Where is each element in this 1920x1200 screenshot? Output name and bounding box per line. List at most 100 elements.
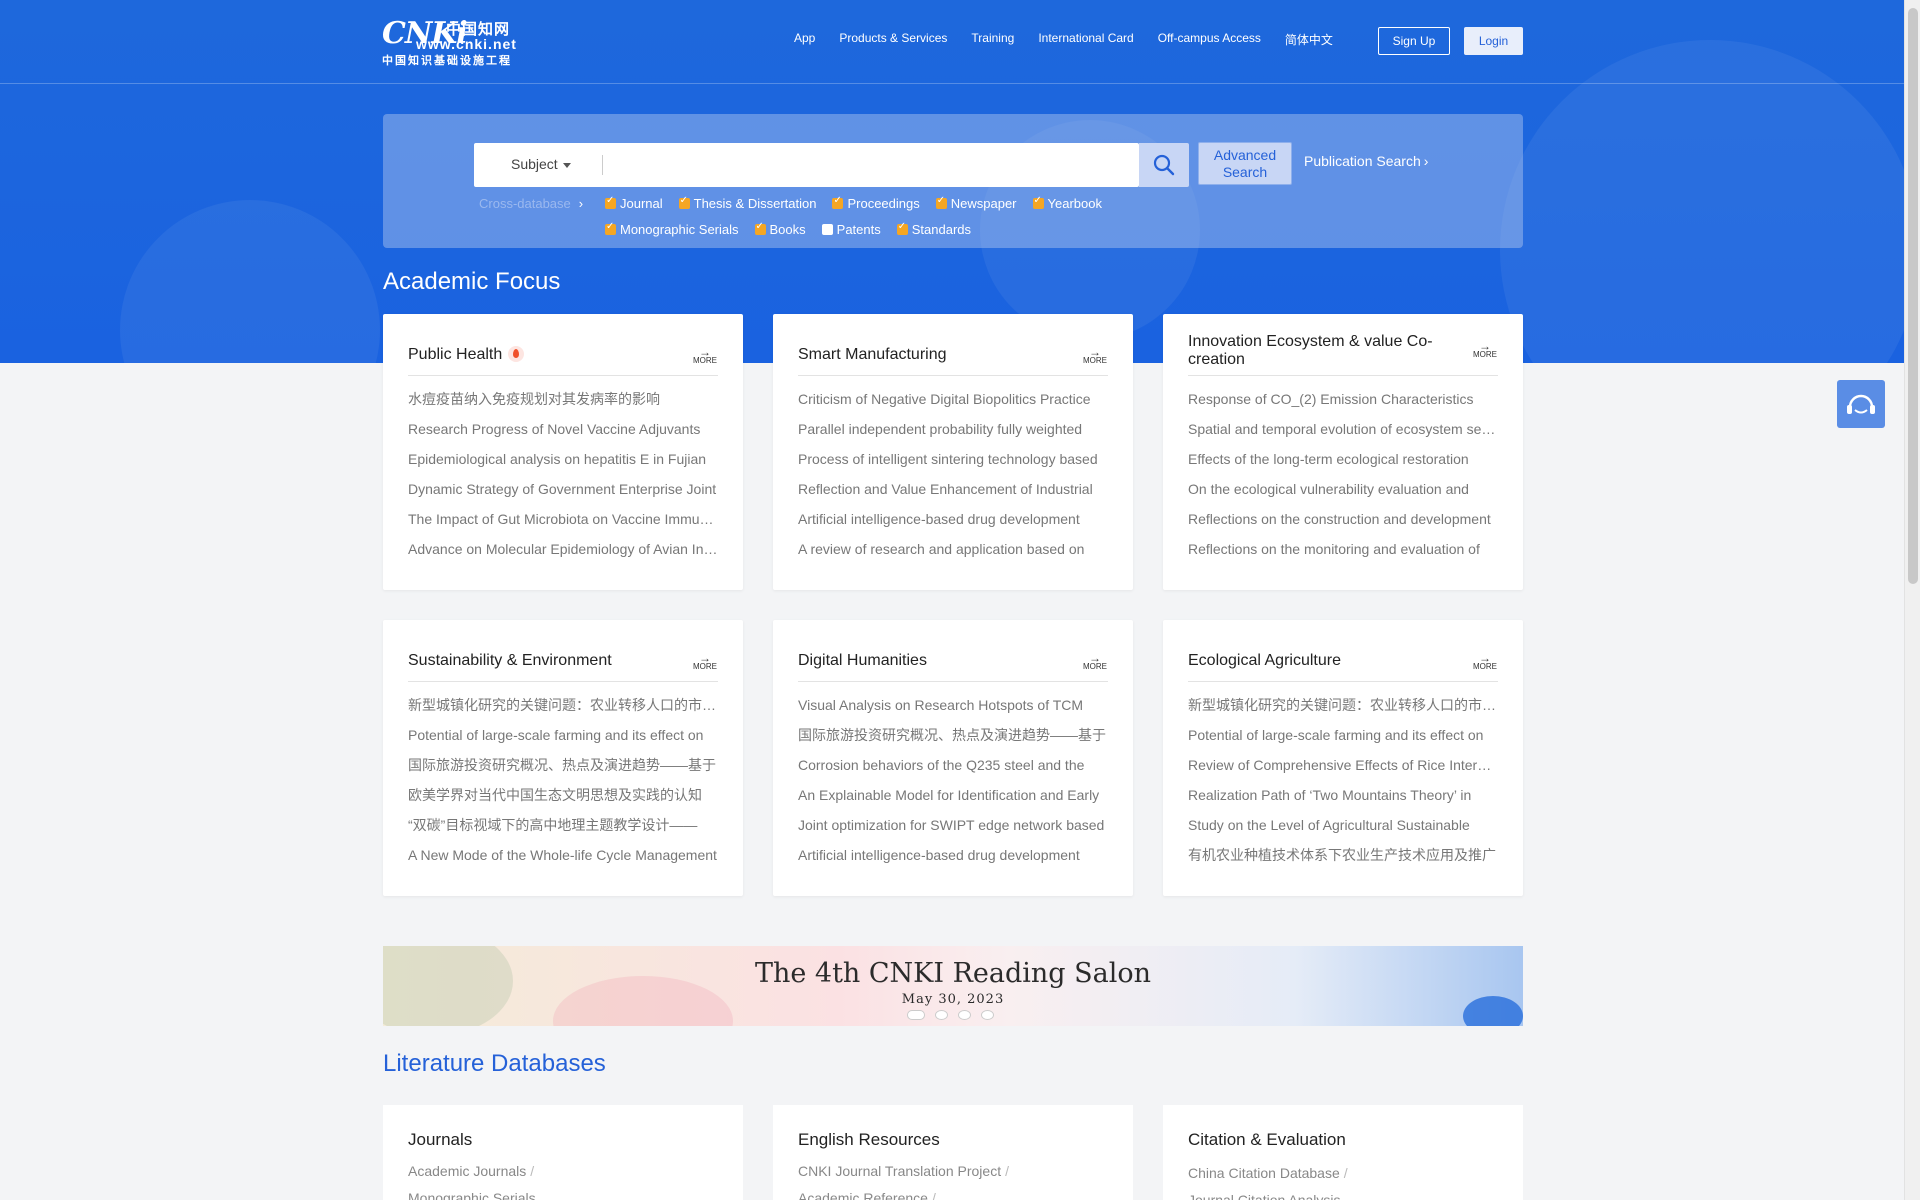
database-link-text: Academic Journals [408,1163,527,1179]
sign-up-button[interactable]: Sign Up [1378,27,1450,55]
article-link[interactable]: Advance on Molecular Epidemiology of Avi… [408,534,718,564]
article-link[interactable]: Spatial and temporal evolution of ecosys… [1188,414,1498,444]
article-link[interactable]: Joint optimization for SWIPT edge networ… [798,810,1108,840]
database-link[interactable]: CNKI Journal Translation Project / [798,1163,1009,1179]
article-link[interactable]: Potential of large-scale farming and its… [408,720,718,750]
article-link[interactable]: 国际旅游投资研究概况、热点及演进趋势——基于 [408,750,718,780]
filter-standards[interactable]: Standards [896,221,971,237]
checkbox-icon[interactable] [605,221,616,235]
article-link[interactable]: 新型城镇化研究的关键问题：农业转移人口的市民化 [1188,690,1498,720]
database-link[interactable]: Journal Citation Analysis [1188,1192,1341,1200]
article-link[interactable]: Dynamic Strategy of Government Enterpris… [408,474,718,504]
article-link[interactable]: Artificial intelligence-based drug devel… [798,840,1108,870]
checkbox-icon[interactable] [1032,195,1044,209]
article-link[interactable]: An Explainable Model for Identification … [798,780,1108,810]
more-link[interactable]: → MORE [692,346,718,365]
search-input[interactable] [614,149,1124,181]
article-link[interactable]: Epidemiological analysis on hepatitis E … [408,444,718,474]
card-title[interactable]: Public Health [408,345,668,364]
article-link[interactable]: Visual Analysis on Research Hotspots of … [798,690,1108,720]
article-link[interactable]: Reflections on the monitoring and evalua… [1188,534,1498,564]
more-link[interactable]: → MORE [1472,340,1498,359]
nav-language-switch[interactable]: 简体中文 [1285,31,1333,48]
database-link[interactable]: Academic Journals / [408,1163,534,1179]
article-link[interactable]: Reflections on the construction and deve… [1188,504,1498,534]
card-title[interactable]: Ecological Agriculture [1188,652,1448,670]
checkbox-icon[interactable] [896,221,908,235]
more-link[interactable]: → MORE [1472,652,1498,671]
more-link[interactable]: → MORE [1082,346,1108,365]
article-link[interactable]: 国际旅游投资研究概况、热点及演进趋势——基于 [798,720,1108,750]
nav-products-services[interactable]: Products & Services [839,31,947,48]
more-link[interactable]: → MORE [692,652,718,671]
article-link[interactable]: Research Progress of Novel Vaccine Adjuv… [408,414,718,444]
checkbox-icon[interactable] [678,195,690,209]
article-link[interactable]: Realization Path of ‘Two Mountains Theor… [1188,780,1498,810]
card-title[interactable]: Citation & Evaluation [1188,1130,1346,1150]
article-link[interactable]: Process of intelligent sintering technol… [798,444,1108,474]
article-link[interactable]: 有机农业种植技术体系下农业生产技术应用及推广 [1188,840,1498,870]
filter-journal[interactable]: Journal [605,195,663,211]
nav-off-campus-access[interactable]: Off-campus Access [1158,31,1261,48]
article-link[interactable]: On the ecological vulnerability evaluati… [1188,474,1498,504]
card-title-text: Public Health [408,346,503,363]
filter-newspaper[interactable]: Newspaper [935,195,1017,211]
focus-card-ecological-agriculture: Ecological Agriculture → MORE 新型城镇化研究的关键问… [1163,620,1523,896]
login-button[interactable]: Login [1464,27,1523,55]
checkbox-icon[interactable] [832,195,844,209]
filter-proceedings[interactable]: Proceedings [832,195,920,211]
card-title[interactable]: Innovation Ecosystem & value Co-creation [1188,333,1448,369]
cnki-logo[interactable]: CNKi 中国知网 www.cnki.net 中国知识基础设施工程 [382,14,534,67]
search-field-select[interactable]: Subject [511,156,571,172]
article-list: 水痘疫苗纳入免疫规划对其发病率的影响 Research Progress of … [408,384,718,564]
nav-app[interactable]: App [794,31,815,48]
article-link[interactable]: Corrosion behaviors of the Q235 steel an… [798,750,1108,780]
advanced-search-button[interactable]: Advanced Search [1198,142,1292,185]
filter-thesis-dissertation[interactable]: Thesis & Dissertation [678,195,816,211]
article-link[interactable]: Reflection and Value Enhancement of Indu… [798,474,1108,504]
filter-books[interactable]: Books [754,221,806,237]
card-title[interactable]: Sustainability & Environment [408,652,668,670]
customer-service-button[interactable] [1837,380,1885,428]
article-link[interactable]: Criticism of Negative Digital Biopolitic… [798,384,1108,414]
article-link[interactable]: Parallel independent probability fully w… [798,414,1108,444]
filter-patents[interactable]: Patents [821,222,881,237]
article-link[interactable]: Artificial intelligence-based drug devel… [798,504,1108,534]
filter-yearbook[interactable]: Yearbook [1032,195,1102,211]
database-link[interactable]: China Citation Database / [1188,1165,1348,1181]
checkbox-icon[interactable] [821,224,833,235]
card-title[interactable]: Digital Humanities [798,652,1058,670]
carousel-dot[interactable] [935,1010,948,1020]
scrollbar-thumb[interactable] [1908,8,1918,584]
nav-international-card[interactable]: International Card [1038,31,1133,48]
article-link[interactable]: Review of Comprehensive Effects of Rice … [1188,750,1498,780]
article-link[interactable]: Response of CO_(2) Emission Characterist… [1188,384,1498,414]
carousel-dot[interactable] [981,1010,994,1020]
checkbox-icon[interactable] [605,195,616,209]
article-link[interactable]: Study on the Level of Agricultural Susta… [1188,810,1498,840]
filter-monographic-serials[interactable]: Monographic Serials [605,221,739,237]
nav-training[interactable]: Training [971,31,1014,48]
database-link[interactable]: Monographic Serials [408,1190,536,1200]
article-link[interactable]: 水痘疫苗纳入免疫规划对其发病率的影响 [408,384,718,414]
article-link[interactable]: Potential of large-scale farming and its… [1188,720,1498,750]
article-link[interactable]: 欧美学界对当代中国生态文明思想及实践的认知 [408,780,718,810]
search-button[interactable] [1139,143,1189,187]
carousel-dot[interactable] [907,1010,925,1020]
card-title[interactable]: Smart Manufacturing [798,346,1058,364]
article-link[interactable]: A New Mode of the Whole-life Cycle Manag… [408,840,718,870]
article-link[interactable]: 新型城镇化研究的关键问题：农业转移人口的市民化 [408,690,718,720]
article-link[interactable]: The Impact of Gut Microbiota on Vaccine … [408,504,718,534]
article-link[interactable]: Effects of the long-term ecological rest… [1188,444,1498,474]
article-link[interactable]: “双碳”目标视域下的高中地理主题教学设计—— [408,810,718,840]
checkbox-icon[interactable] [754,221,766,235]
database-link[interactable]: Academic Reference / [798,1190,936,1200]
card-title[interactable]: English Resources [798,1130,940,1150]
page-scrollbar[interactable] [1904,0,1920,1200]
article-link[interactable]: A review of research and application bas… [798,534,1108,564]
more-link[interactable]: → MORE [1082,652,1108,671]
checkbox-icon[interactable] [935,195,947,209]
carousel-dot[interactable] [958,1010,971,1020]
card-title[interactable]: Journals [408,1130,472,1150]
publication-search-link[interactable]: Publication Search › [1304,153,1428,169]
